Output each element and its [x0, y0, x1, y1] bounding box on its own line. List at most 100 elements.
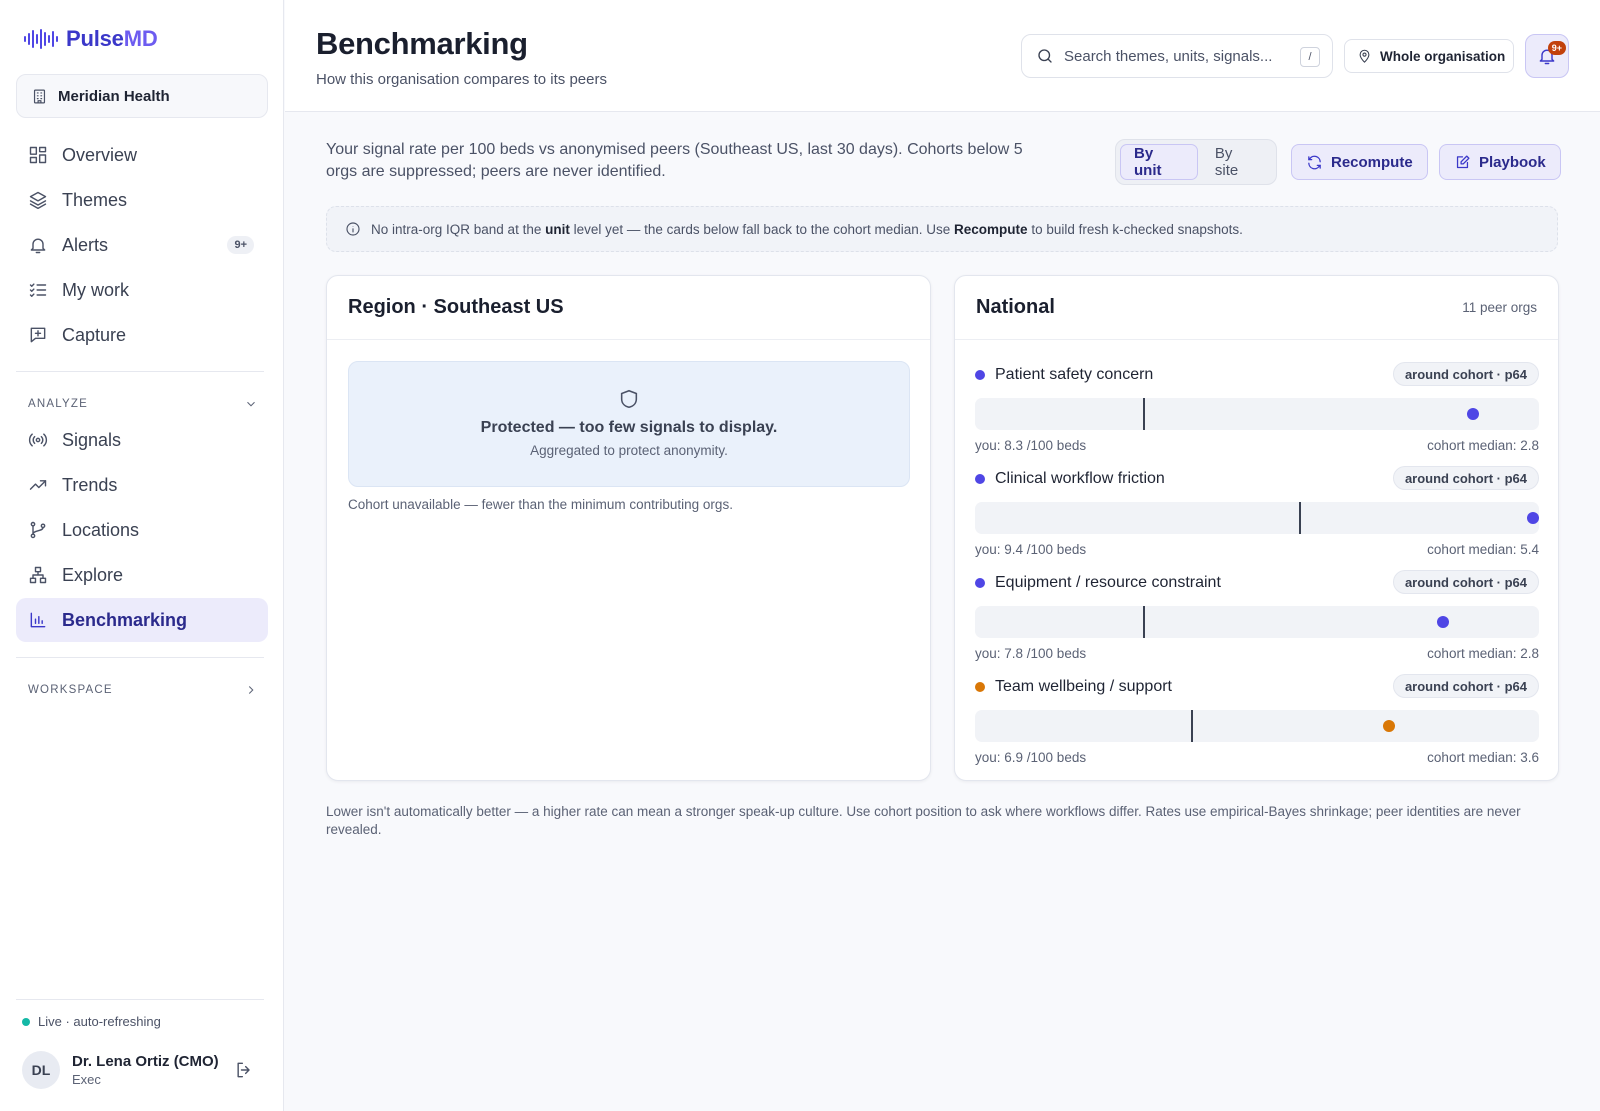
nav-item-locations[interactable]: Locations	[16, 508, 268, 552]
git-branch-icon	[30, 521, 46, 539]
theme-row[interactable]: Clinical workflow friction around cohort…	[975, 460, 1539, 564]
recompute-label: Recompute	[1331, 153, 1413, 171]
you-rate: you: 9.4 /100 beds	[975, 542, 1087, 557]
by-site-toggle[interactable]: By site	[1202, 144, 1272, 180]
cohort-position-chip: around cohort · p64	[1392, 362, 1539, 386]
nav-item-benchmarking[interactable]: Benchmarking	[16, 598, 268, 642]
page-subtitle: How this organisation compares to its pe…	[316, 71, 607, 88]
cohort-position-chip: around cohort · p64	[1392, 570, 1539, 594]
cohort-median: cohort median: 5.4	[1427, 542, 1539, 557]
org-name: Meridian Health	[58, 87, 170, 105]
nav-label: Locations	[62, 519, 140, 540]
theme-color-dot	[975, 474, 985, 484]
section-label: WORKSPACE	[28, 684, 113, 696]
national-card-title: National	[976, 296, 1055, 318]
you-marker	[1383, 720, 1395, 732]
cohort-median: cohort median: 2.8	[1427, 646, 1539, 661]
section-label: ANALYZE	[28, 398, 88, 410]
nav-item-my-work[interactable]: My work	[16, 268, 268, 312]
search-box[interactable]: /	[1021, 34, 1333, 78]
you-marker	[1467, 408, 1479, 420]
nav-label: Alerts	[62, 234, 109, 255]
recompute-button[interactable]: Recompute	[1291, 144, 1428, 180]
nav-divider	[16, 371, 264, 372]
chevron-right-icon	[248, 686, 254, 694]
footer-divider	[16, 999, 264, 1000]
live-status-text: Live · auto-refreshing	[38, 1014, 161, 1029]
theme-row[interactable]: Equipment / resource constraint around c…	[975, 564, 1539, 668]
theme-color-dot	[975, 682, 985, 692]
search-icon	[1038, 49, 1052, 63]
nav-item-signals[interactable]: Signals	[16, 418, 268, 462]
search-input[interactable]	[1064, 47, 1284, 65]
iqr-notice: No intra-org IQR band at the unit level …	[326, 206, 1558, 252]
building-icon	[33, 89, 46, 103]
comparison-track	[975, 398, 1539, 430]
you-rate: you: 7.8 /100 beds	[975, 646, 1087, 661]
national-card: National 11 peer orgs Patient safety con…	[954, 275, 1559, 781]
nav-item-themes[interactable]: Themes	[16, 178, 268, 222]
brand-logo[interactable]: PulseMD	[24, 26, 158, 52]
message-plus-icon	[30, 327, 46, 343]
nav-label: Explore	[62, 564, 124, 585]
you-marker	[1437, 616, 1449, 628]
scope-selector[interactable]: Whole organisation	[1344, 39, 1514, 73]
cohort-median: cohort median: 2.8	[1427, 438, 1539, 453]
workspace-section-toggle[interactable]: WORKSPACE	[28, 683, 258, 697]
theme-name: Team wellbeing / support	[975, 678, 1172, 696]
sitemap-icon	[29, 566, 47, 584]
live-dot-icon	[22, 1017, 30, 1026]
analyze-section-toggle[interactable]: ANALYZE	[28, 397, 258, 411]
alerts-count-badge: 9+	[227, 236, 254, 254]
nav-item-trends[interactable]: Trends	[16, 463, 268, 507]
card-header: Region · Southeast US	[327, 276, 930, 340]
nav-item-explore[interactable]: Explore	[16, 553, 268, 597]
org-switcher[interactable]: Meridian Health	[16, 74, 268, 118]
notifications-button[interactable]: 9+	[1525, 34, 1569, 78]
playbook-label: Playbook	[1479, 153, 1546, 171]
notifications-badge: 9+	[1547, 41, 1566, 55]
bell-icon	[30, 238, 46, 254]
view-toggle: By unit By site	[1115, 139, 1277, 185]
you-rate: you: 8.3 /100 beds	[975, 438, 1087, 453]
theme-row[interactable]: Patient safety concern around cohort · p…	[975, 356, 1539, 460]
chevron-down-icon	[247, 401, 255, 407]
cohort-position-chip: around cohort · p64	[1392, 466, 1539, 490]
logout-icon	[237, 1062, 250, 1078]
brand-name: PulseMD	[66, 26, 158, 51]
trending-up-icon	[29, 480, 47, 490]
nav-label: My work	[62, 279, 129, 300]
logout-button[interactable]	[234, 1060, 254, 1080]
you-marker	[1527, 512, 1539, 524]
theme-row[interactable]: Team wellbeing / support around cohort ·…	[975, 668, 1539, 772]
playbook-button[interactable]: Playbook	[1439, 144, 1561, 180]
peer-count: 11 peer orgs	[1462, 300, 1537, 315]
nav-label: Signals	[62, 429, 122, 450]
comparison-track	[975, 502, 1539, 534]
analyze-nav: Signals Trends Locations Explore Benchma…	[16, 418, 268, 643]
scope-label: Whole organisation	[1380, 48, 1506, 64]
user-profile[interactable]: DL Dr. Lena Ortiz (CMO) Exec	[22, 1051, 219, 1089]
protected-title: Protected — too few signals to display.	[480, 419, 778, 436]
nav-item-alerts[interactable]: Alerts 9+	[16, 223, 268, 267]
live-status: Live · auto-refreshing	[22, 1014, 161, 1029]
cohort-median: cohort median: 3.6	[1427, 750, 1539, 765]
nav-divider	[16, 657, 264, 658]
by-unit-toggle[interactable]: By unit	[1120, 144, 1198, 180]
intro-text: Your signal rate per 100 beds vs anonymi…	[326, 141, 1023, 180]
theme-color-dot	[975, 370, 985, 380]
sidebar: PulseMD Meridian Health Overview Themes …	[0, 0, 284, 1111]
cohort-median-marker	[1143, 398, 1145, 430]
nav-item-overview[interactable]: Overview	[16, 133, 268, 177]
region-card-title: Region · Southeast US	[348, 296, 564, 318]
nav-item-capture[interactable]: Capture	[16, 313, 268, 357]
notice-text: No intra-org IQR band at the unit level …	[371, 221, 1243, 237]
card-header: National 11 peer orgs	[955, 276, 1558, 340]
map-pin-icon	[1359, 49, 1370, 63]
nav-label: Themes	[62, 189, 128, 210]
page-header: Benchmarking How this organisation compa…	[285, 0, 1600, 112]
bar-chart-icon	[30, 612, 46, 628]
protected-panel: Protected — too few signals to display. …	[348, 361, 910, 487]
grid-icon	[29, 146, 47, 164]
nav-label: Capture	[62, 324, 127, 345]
